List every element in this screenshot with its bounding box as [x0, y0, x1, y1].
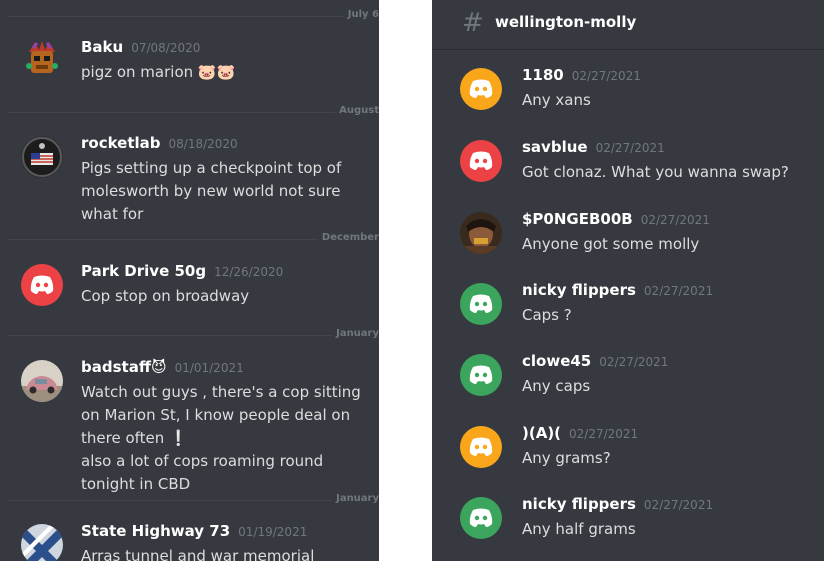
date-divider-label: August: [335, 105, 379, 116]
message-text: Caps ?: [522, 306, 572, 324]
message-line: what for: [81, 205, 144, 223]
message-text: Got clonaz. What you wanna swap?: [522, 163, 789, 181]
date-divider: January: [8, 493, 379, 504]
discord-green-avatar[interactable]: [460, 354, 502, 396]
message-text: Anyone got some molly: [522, 235, 700, 253]
discord-green-avatar[interactable]: [460, 283, 502, 325]
timestamp: 07/08/2020: [131, 41, 201, 55]
message-line: Arras tunnel and war memorial: [81, 547, 315, 561]
username[interactable]: Baku 07/08/2020: [81, 38, 200, 56]
message: savblue 02/27/2021 Got clonaz. What you w…: [432, 138, 824, 198]
message-line: there often ❕: [81, 429, 188, 447]
discord-orange-avatar[interactable]: [460, 68, 502, 110]
discord-red-avatar[interactable]: [460, 140, 502, 182]
channel-header: # wellington-molly: [432, 0, 824, 50]
date-divider: July 6: [8, 9, 379, 20]
message: rocketlab 08/18/2020 Pigs setting up a ch…: [0, 134, 379, 229]
discord-red-avatar[interactable]: [21, 264, 63, 306]
message-text: Arras tunnel and war memorial: [81, 545, 366, 561]
message-line: on Marion St, I know people deal on: [81, 406, 351, 424]
message: nicky flippers 02/27/2021 Any half grams: [432, 495, 824, 555]
message-line: Pigs setting up a checkpoint top of: [81, 159, 342, 177]
message-line: Cop stop on broadway: [81, 287, 250, 305]
username[interactable]: rocketlab 08/18/2020: [81, 134, 238, 152]
message: Park Drive 50g 12/26/2020 Cop stop on bro…: [0, 262, 379, 322]
message: )(A)(02/27/2021 Any grams?: [432, 424, 824, 484]
message-text: Pigs setting up a checkpoint top of mole…: [81, 157, 366, 226]
message: $P0NGEB00B 02/27/2021 Anyone got some mol…: [432, 210, 824, 270]
message: Baku 07/08/2020 pigz on marion 🐷🐷: [0, 38, 379, 98]
timestamp: 01/19/2021: [238, 525, 308, 539]
message-text: Watch out guys , there's a cop sitting o…: [81, 381, 366, 496]
message-line: Watch out guys , there's a cop sitting: [81, 383, 361, 401]
message: State Highway 73 01/19/2021 Arras tunnel …: [0, 522, 379, 561]
timestamp: 01/01/2021: [174, 361, 244, 375]
username[interactable]: savblue 02/27/2021: [522, 138, 665, 156]
username[interactable]: clowe45 02/27/2021: [522, 352, 668, 370]
username[interactable]: 1180 02/27/2021: [522, 66, 641, 84]
flag-avatar[interactable]: [21, 524, 63, 561]
username[interactable]: $P0NGEB00B 02/27/2021: [522, 210, 710, 228]
timestamp: 12/26/2020: [214, 265, 284, 279]
timestamp: 02/27/2021: [640, 213, 710, 227]
date-divider: December: [8, 232, 379, 243]
discord-orange-avatar[interactable]: [460, 426, 502, 468]
message-text: Cop stop on broadway: [81, 285, 366, 308]
message: 1180 02/27/2021 Any xans: [432, 66, 824, 126]
channel-name[interactable]: wellington-molly: [495, 13, 636, 31]
timestamp: 02/27/2021: [599, 355, 669, 369]
message-text: pigz on marion 🐷🐷: [81, 61, 366, 84]
badge-avatar[interactable]: [21, 136, 63, 178]
username[interactable]: )(A)(02/27/2021: [522, 424, 638, 442]
message-text: Any caps: [522, 377, 591, 395]
message: nicky flippers 02/27/2021 Caps ?: [432, 281, 824, 341]
message: clowe45 02/27/2021 Any caps: [432, 352, 824, 412]
discord-green-avatar[interactable]: [460, 497, 502, 539]
username[interactable]: nicky flippers 02/27/2021: [522, 495, 713, 513]
username[interactable]: nicky flippers 02/27/2021: [522, 281, 713, 299]
message-line: pigz on marion 🐷🐷: [81, 63, 236, 81]
message-line: also a lot of cops roaming round: [81, 452, 324, 470]
timestamp: 02/27/2021: [595, 141, 665, 155]
timestamp: 02/27/2021: [643, 284, 714, 298]
date-divider-label: July 6: [343, 9, 379, 20]
date-divider: August: [8, 105, 379, 116]
timestamp: 02/27/2021: [569, 427, 639, 441]
hash-icon: #: [462, 8, 484, 38]
message-line: molesworth by new world not sure: [81, 182, 341, 200]
username[interactable]: badstaff😈 01/01/2021: [81, 358, 244, 376]
timestamp: 02/27/2021: [643, 498, 714, 512]
message-text: Any grams?: [522, 449, 611, 467]
timestamp: 02/27/2021: [571, 69, 641, 83]
message-text: Any xans: [522, 91, 591, 109]
date-divider-label: January: [332, 328, 379, 339]
message-text: Any half grams: [522, 520, 636, 538]
right-chat-panel: # wellington-molly 1180 02/27/2021 Any xa…: [432, 0, 824, 561]
date-divider-label: December: [317, 232, 379, 243]
username[interactable]: State Highway 73 01/19/2021: [81, 522, 307, 540]
date-divider: January: [8, 328, 379, 339]
left-chat-panel: July 6 August December January January B…: [0, 0, 379, 561]
username[interactable]: Park Drive 50g 12/26/2020: [81, 262, 283, 280]
crash-bandicoot-avatar[interactable]: [21, 40, 63, 82]
message: badstaff😈 01/01/2021 Watch out guys , the…: [0, 358, 379, 498]
car-photo-avatar[interactable]: [21, 360, 63, 402]
message-line: tonight in CBD: [81, 475, 191, 493]
photo-avatar[interactable]: [460, 212, 502, 254]
timestamp: 08/18/2020: [168, 137, 238, 151]
